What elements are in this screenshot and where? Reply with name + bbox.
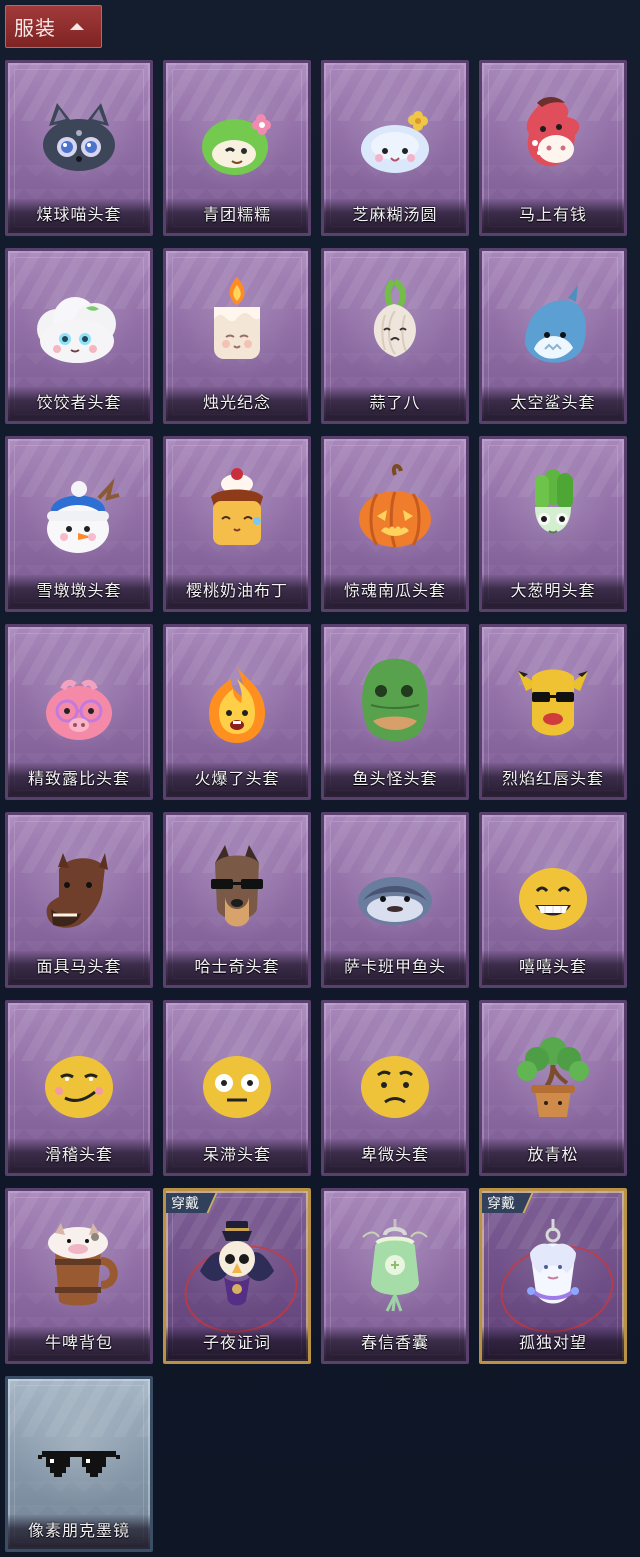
costume-header[interactable]: 服装 — [5, 5, 102, 48]
costume-card-8[interactable]: 太空鲨头套 — [479, 248, 627, 424]
costume-label: 嘻嘻头套 — [518, 957, 587, 976]
costume-label: 芝麻糊汤圆 — [352, 205, 438, 224]
fish-head-mask-icon — [324, 649, 466, 751]
costume-label: 马上有钱 — [518, 205, 587, 224]
wearing-tag: 穿戴 — [166, 1193, 218, 1213]
costume-label: 像素朋克墨镜 — [27, 1521, 130, 1540]
costume-title: 服装 — [14, 16, 56, 40]
dumpling-mask-icon — [8, 279, 150, 375]
costume-label: 精致露比头套 — [27, 769, 130, 788]
costume-card-3[interactable]: 芝麻糊汤圆 — [321, 60, 469, 236]
blank-stare-emoji-mask-icon — [166, 1031, 308, 1127]
pudding-mask-icon — [166, 461, 308, 563]
spring-sachet-icon — [324, 1213, 466, 1319]
costume-card-4[interactable]: 马上有钱 — [479, 60, 627, 236]
husky-mask-icon — [166, 837, 308, 939]
wearing-tag-label: 穿戴 — [171, 1196, 199, 1212]
costume-label: 青团糯糯 — [202, 205, 271, 224]
costume-label: 面具马头套 — [36, 957, 122, 976]
costume-label: 牛啤背包 — [44, 1333, 113, 1352]
costume-label: 呆滞头套 — [202, 1145, 271, 1164]
costume-card-10[interactable]: 樱桃奶油布丁 — [163, 436, 311, 612]
green-onion-mask-icon — [482, 461, 624, 563]
costume-label: 饺饺者头套 — [36, 393, 122, 412]
costume-card-22[interactable]: 呆滞头套 — [163, 1000, 311, 1176]
costume-label: 烈焰红唇头套 — [501, 769, 604, 788]
costume-label: 樱桃奶油布丁 — [185, 581, 288, 600]
costume-card-17[interactable]: 面具马头套 — [5, 812, 153, 988]
costume-label: 惊魂南瓜头套 — [343, 581, 446, 600]
costume-card-15[interactable]: 鱼头怪头套 — [321, 624, 469, 800]
costume-card-26[interactable]: 穿戴 子夜证词 — [163, 1188, 311, 1364]
green-rice-dumpling-icon — [166, 91, 308, 187]
costume-card-6[interactable]: 烛光纪念 — [163, 248, 311, 424]
costume-card-16[interactable]: 烈焰红唇头套 — [479, 624, 627, 800]
cow-beer-backpack-icon — [8, 1213, 150, 1315]
costume-card-23[interactable]: 卑微头套 — [321, 1000, 469, 1176]
costume-label: 孤独对望 — [518, 1333, 587, 1352]
costume-card-29[interactable]: 像素朋克墨镜 — [5, 1376, 153, 1552]
costume-label: 哈士奇头套 — [194, 957, 280, 976]
costume-card-5[interactable]: 饺饺者头套 — [5, 248, 153, 424]
costume-card-9[interactable]: 雪墩墩头套 — [5, 436, 153, 612]
horse-mask-icon — [8, 843, 150, 939]
garlic-mask-icon — [324, 273, 466, 375]
costume-label: 春信香囊 — [360, 1333, 429, 1352]
white-doll-pendant-icon — [482, 1213, 624, 1319]
costume-label: 滑稽头套 — [44, 1145, 113, 1164]
grinning-emoji-mask-icon — [482, 843, 624, 939]
costume-label: 子夜证词 — [202, 1333, 271, 1352]
wearing-tag-label: 穿戴 — [487, 1196, 515, 1212]
costume-label: 大葱明头套 — [510, 581, 596, 600]
fire-mask-icon — [166, 655, 308, 751]
yellow-mouse-mask-icon — [482, 649, 624, 751]
costume-card-1[interactable]: 煤球喵头套 — [5, 60, 153, 236]
costume-card-19[interactable]: 萨卡班甲鱼头 — [321, 812, 469, 988]
night-owl-pendant-icon — [166, 1213, 308, 1319]
costume-label: 雪墩墩头套 — [36, 581, 122, 600]
rice-ball-icon — [324, 91, 466, 187]
costume-label: 煤球喵头套 — [36, 205, 122, 224]
costume-label: 烛光纪念 — [202, 393, 271, 412]
costume-label: 萨卡班甲鱼头 — [343, 957, 446, 976]
pink-pig-glasses-icon — [8, 655, 150, 751]
costume-label: 太空鲨头套 — [510, 393, 596, 412]
funny-emoji-mask-icon — [8, 1031, 150, 1127]
pumpkin-mask-icon — [324, 461, 466, 563]
costume-card-7[interactable]: 蒜了八 — [321, 248, 469, 424]
snowman-mask-icon — [8, 467, 150, 563]
red-horse-mask-icon — [482, 85, 624, 181]
costume-label: 放青松 — [527, 1145, 579, 1164]
costume-card-24[interactable]: 放青松 — [479, 1000, 627, 1176]
costume-card-21[interactable]: 滑稽头套 — [5, 1000, 153, 1176]
wearing-tag: 穿戴 — [482, 1193, 534, 1213]
costume-card-14[interactable]: 火爆了头套 — [163, 624, 311, 800]
costume-card-18[interactable]: 哈士奇头套 — [163, 812, 311, 988]
costume-label: 卑微头套 — [360, 1145, 429, 1164]
costume-card-12[interactable]: 大葱明头套 — [479, 436, 627, 612]
candle-mask-icon — [166, 273, 308, 375]
black-cat-mask-icon — [8, 91, 150, 187]
costume-card-25[interactable]: 牛啤背包 — [5, 1188, 153, 1364]
chevron-up-icon — [70, 23, 84, 30]
costume-label: 火爆了头套 — [194, 769, 280, 788]
sad-emoji-mask-icon — [324, 1031, 466, 1127]
costume-label: 鱼头怪头套 — [352, 769, 438, 788]
fish-mask-icon — [324, 843, 466, 939]
costume-page: 服装 煤球喵头套 青团糯糯 芝麻糊汤圆 马上有钱 饺饺者头套 烛光纪念 蒜了八 … — [0, 0, 640, 1557]
costume-card-2[interactable]: 青团糯糯 — [163, 60, 311, 236]
costume-label: 蒜了八 — [369, 393, 421, 412]
costume-grid: 煤球喵头套 青团糯糯 芝麻糊汤圆 马上有钱 饺饺者头套 烛光纪念 蒜了八 太空鲨… — [5, 60, 637, 1552]
costume-card-27[interactable]: 春信香囊 — [321, 1188, 469, 1364]
costume-card-28[interactable]: 穿戴 孤独对望 — [479, 1188, 627, 1364]
pixel-sunglasses-icon — [8, 1407, 150, 1503]
space-shark-mask-icon — [482, 279, 624, 375]
bonsai-tree-icon — [482, 1025, 624, 1127]
costume-card-20[interactable]: 嘻嘻头套 — [479, 812, 627, 988]
costume-card-11[interactable]: 惊魂南瓜头套 — [321, 436, 469, 612]
costume-card-13[interactable]: 精致露比头套 — [5, 624, 153, 800]
